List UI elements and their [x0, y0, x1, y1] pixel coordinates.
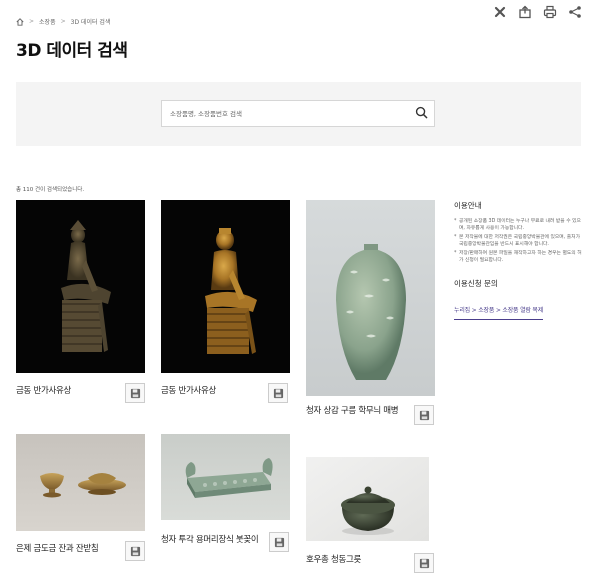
search-box	[161, 100, 435, 127]
share-icon[interactable]	[568, 4, 582, 18]
breadcrumb-separator: >	[29, 18, 35, 25]
close-cross-icon[interactable]	[493, 4, 507, 18]
artifact-thumbnail[interactable]	[306, 457, 429, 541]
artifact-thumbnail[interactable]	[161, 434, 290, 520]
artifact-title[interactable]: 호우총 청동그릇	[306, 553, 361, 565]
page-title: 3D 데이터 검색	[16, 41, 128, 61]
save-disk-icon	[130, 546, 140, 556]
usage-info-heading: 이용안내	[454, 201, 482, 210]
save-disk-icon	[274, 537, 284, 547]
breadcrumb-item-3d-search[interactable]: 3D 데이터 검색	[71, 17, 111, 26]
share-export-icon[interactable]	[518, 4, 532, 19]
usage-note: 본 저작물에 대한 저작권은 국립중앙박물관에 있으며, 출처가 국립중앙박물관…	[454, 234, 584, 249]
download-button[interactable]	[125, 541, 145, 561]
save-disk-icon	[419, 410, 429, 420]
artifact-title[interactable]: 청자 투각 용머리장식 붓꽂이	[161, 533, 259, 545]
breadcrumb-separator: >	[60, 18, 66, 25]
print-icon[interactable]	[543, 4, 557, 19]
save-disk-icon	[419, 558, 429, 568]
contact-link[interactable]: 누리집 > 소장품 > 소장품 열람 복제	[454, 305, 543, 321]
search-panel	[16, 82, 581, 146]
download-button[interactable]	[269, 532, 289, 552]
artifact-title[interactable]: 금동 반가사유상	[161, 384, 216, 396]
save-disk-icon	[273, 388, 283, 398]
search-button[interactable]	[408, 101, 434, 126]
search-input[interactable]	[162, 101, 408, 126]
artifact-title[interactable]: 은제 금도금 잔과 잔받침	[16, 542, 99, 554]
artifact-thumbnail[interactable]	[161, 200, 290, 373]
home-icon[interactable]	[16, 17, 24, 26]
top-toolbar	[493, 4, 582, 19]
artifact-thumbnail[interactable]	[16, 200, 145, 373]
result-count: 총 110 건이 검색되었습니다.	[16, 187, 85, 193]
download-button[interactable]	[268, 383, 288, 403]
artifact-title[interactable]: 금동 반가사유상	[16, 384, 71, 396]
search-icon	[415, 104, 428, 123]
usage-info-panel: 이용안내 공개된 소장품 3D 데이터는 누구나 무료로 내려 받을 수 있으며…	[454, 200, 584, 321]
artifact-thumbnail[interactable]	[16, 434, 145, 531]
download-button[interactable]	[125, 383, 145, 403]
breadcrumb-item-collection[interactable]: 소장품	[39, 17, 56, 26]
usage-note: 저장/판매하여 원본 파일을 재작하고자 하는 경우는 별도의 허가 신청이 필…	[454, 250, 584, 265]
contact-heading: 이용신청 문의	[454, 279, 498, 289]
download-button[interactable]	[414, 405, 434, 425]
save-disk-icon	[130, 388, 140, 398]
artifact-thumbnail[interactable]	[306, 200, 435, 396]
usage-notes: 공개된 소장품 3D 데이터는 누구나 무료로 내려 받을 수 있으며, 자유롭…	[454, 218, 584, 264]
download-button[interactable]	[414, 553, 434, 573]
artifact-title[interactable]: 청자 상감 구름 학무늬 매병	[306, 404, 399, 416]
breadcrumb: > 소장품 > 3D 데이터 검색	[16, 17, 110, 26]
usage-note: 공개된 소장품 3D 데이터는 누구나 무료로 내려 받을 수 있으며, 자유롭…	[454, 218, 584, 233]
